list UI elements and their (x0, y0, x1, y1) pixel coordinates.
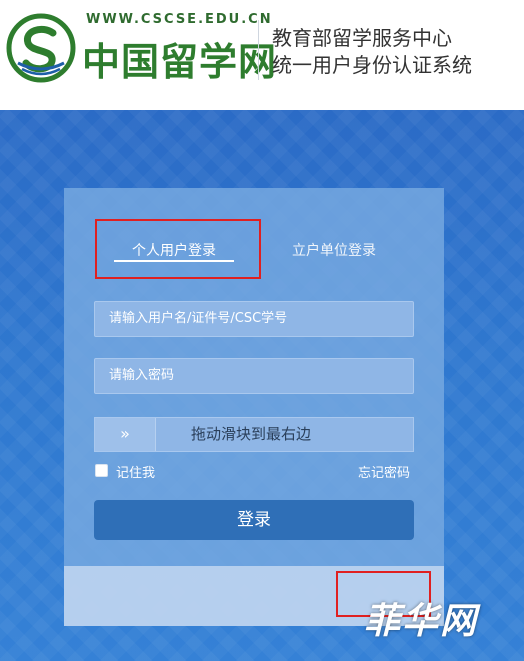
header-divider (258, 20, 259, 80)
login-button[interactable]: 登录 (94, 500, 414, 540)
cscse-logo-icon (6, 13, 76, 83)
password-input[interactable]: 请输入密码 (94, 358, 414, 394)
forgot-password-link[interactable]: 忘记密码 (358, 462, 410, 481)
system-name: 统一用户身份认证系统 (272, 53, 472, 77)
username-input[interactable]: 请输入用户名/证件号/CSC学号 (94, 301, 414, 337)
remember-checkbox[interactable] (95, 464, 108, 477)
logo-url-text: WWW.CSCSE.EDU.CN (86, 12, 273, 27)
double-chevron-right-icon[interactable]: » (95, 418, 156, 451)
site-header: WWW.CSCSE.EDU.CN 中国留学网 教育部留学服务中心 统一用户身份认… (0, 0, 524, 110)
slider-hint: 拖动滑块到最右边 (191, 425, 312, 443)
slider-captcha[interactable]: » 拖动滑块到最右边 (94, 417, 414, 452)
watermark-text: 菲华网 (364, 600, 479, 642)
highlight-box-tab (95, 219, 261, 279)
logo-title: 中国留学网 (82, 39, 278, 84)
remember-label: 记住我 (116, 466, 156, 481)
tab-unit-login[interactable]: 立户单位登录 (292, 240, 376, 260)
org-name: 教育部留学服务中心 (272, 26, 452, 50)
watermark: 菲华网 (358, 592, 508, 642)
